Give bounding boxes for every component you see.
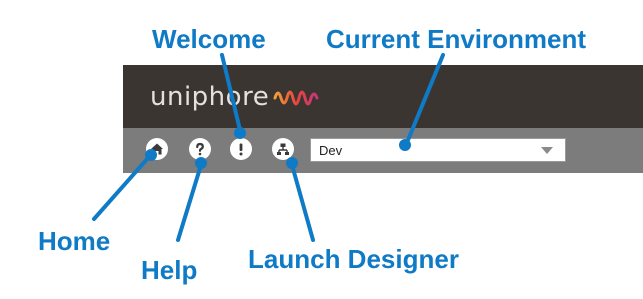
help-callout: Help [141,255,198,285]
help-arrow [176,163,203,242]
help-arrow-dot [195,157,207,169]
welcome-callout: Welcome [152,24,266,54]
home-callout: Home [38,226,111,256]
launch-designer-arrow-dot [286,157,298,169]
welcome-arrow [220,53,242,132]
environment-arrow-dot [399,139,411,151]
home-arrow-dot [145,149,157,161]
environment-arrow [406,53,445,142]
launch-designer-arrow [290,163,315,242]
launch-designer-callout: Launch Designer [248,244,459,274]
current-environment-callout: Current Environment [326,24,587,54]
welcome-arrow-dot [234,127,246,139]
home-arrow [92,156,150,221]
